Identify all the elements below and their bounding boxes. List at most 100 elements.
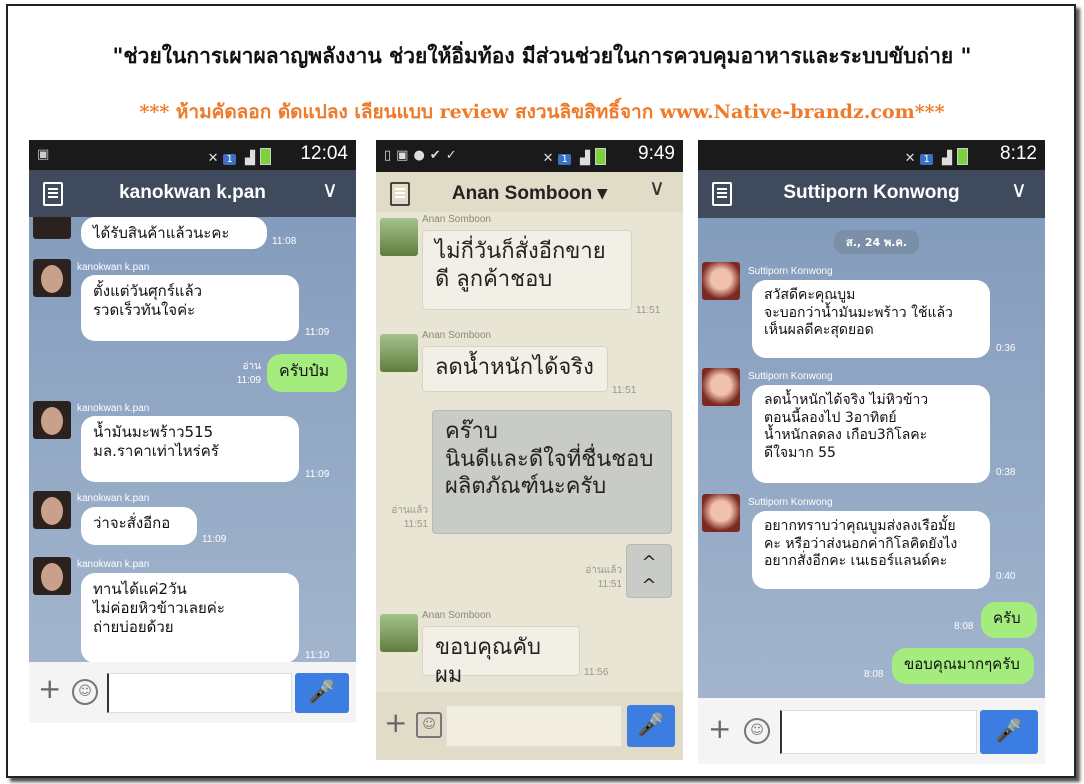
message-time: 0:40: [996, 571, 1016, 582]
message-bubble: สวัสดีคะคุณบูม จะบอกว่าน้ำมันมะพร้าว ใช้…: [752, 280, 990, 358]
chat-header: Anan Somboon ▾ ∨: [376, 172, 683, 212]
message-input[interactable]: [107, 673, 292, 713]
message-bubble: อยากทราบว่าคุณบูมส่งลงเรือมั้ย คะ หรือว่…: [752, 511, 990, 589]
sender-name: kanokwan k.pan: [77, 493, 150, 504]
avatar: [380, 614, 418, 652]
copyright-notice: *** ห้ามคัดลอก ดัดแปลง เลียนแบบ review ส…: [139, 101, 945, 123]
message-bubble: ลดน้ำหนักได้จริง: [422, 346, 608, 392]
avatar: [33, 401, 71, 439]
message-bubble-sent: ขอบคุณมากๆครับ: [892, 648, 1034, 684]
clock: 8:12: [1000, 143, 1037, 164]
message-bubble-sent: คร๊าบ นินดีและดีใจที่ชื่นชอบ ผลิตภัณฑ์นะ…: [432, 410, 672, 534]
message-read-time: อ่าน 11:09: [229, 360, 261, 387]
status-icons: ✕ 1 ▟: [208, 148, 276, 166]
plus-icon[interactable]: +: [38, 672, 61, 705]
message-input-bar: + ☺ 🎤: [29, 662, 356, 723]
avatar: [33, 217, 71, 239]
microphone-button[interactable]: 🎤: [627, 705, 675, 747]
status-bar: ▯ ▣ ● ✔ ✓ ✕ 1 ▟ 9:49: [376, 140, 683, 172]
read-receipt: อ่านแล้ว: [391, 505, 428, 516]
microphone-button[interactable]: 🎤: [295, 673, 349, 713]
message-bubble: ลดน้ำหนักได้จริง ไม่หิวข้าว ตอนนี้ลองไป …: [752, 385, 990, 483]
contact-name: kanokwan k.pan: [119, 182, 266, 203]
chat-header: Suttiporn Konwong ∨: [698, 170, 1045, 218]
status-icons: ✕ 1 ▟: [543, 148, 611, 166]
message-input-bar: + ☺ 🎤: [376, 692, 683, 760]
read-receipt: อ่านแล้ว: [585, 565, 622, 576]
mute-icon: ✕: [207, 151, 219, 166]
message-time: 11:51: [403, 518, 428, 530]
sender-name: Suttiporn Konwong: [748, 371, 833, 382]
message-time: 11:56: [584, 667, 609, 678]
status-bar: ✕ 1 ▟ 8:12: [698, 140, 1045, 170]
message-time: 11:09: [202, 534, 227, 545]
sim-icon: 1: [920, 154, 933, 165]
sender-name: Suttiporn Konwong: [748, 266, 833, 277]
phone-screenshot-3: ✕ 1 ▟ 8:12 Suttiporn Konwong ∨ ส., 24 พ.ค…: [698, 140, 1045, 764]
avatar: [33, 557, 71, 595]
microphone-button[interactable]: 🎤: [980, 710, 1038, 754]
phone-screenshot-1: ▣ ✕ 1 ▟ 12:04 kanokwan k.pan ∨ ได้รับสินค…: [29, 140, 356, 723]
sim-icon: 1: [558, 154, 571, 165]
message-input[interactable]: [780, 710, 977, 754]
message-input[interactable]: [446, 705, 622, 747]
message-bubble: ว่าจะสั่งอีกอ: [81, 507, 197, 545]
battery-icon: [957, 148, 968, 165]
message-time: 11:09: [236, 374, 261, 386]
sender-name: kanokwan k.pan: [77, 403, 150, 414]
avatar: [380, 218, 418, 256]
message-read-time: อ่านแล้ว 11:51: [390, 504, 428, 531]
message-time: 11:09: [305, 469, 330, 480]
mute-icon: ✕: [904, 151, 916, 166]
signal-icon: ▟: [580, 151, 590, 166]
avatar: [702, 368, 740, 406]
chevron-down-icon[interactable]: ∨: [1011, 178, 1027, 203]
chat-area[interactable]: Anan Somboon ไม่กี่วันก็สั่งอีกขาย ดี ลู…: [376, 212, 683, 692]
sender-name: Anan Somboon: [422, 330, 491, 341]
sender-name: kanokwan k.pan: [77, 262, 150, 273]
emoji-icon[interactable]: ☺: [72, 679, 98, 705]
phone-screenshot-2: ▯ ▣ ● ✔ ✓ ✕ 1 ▟ 9:49 Anan Somboon ▾ ∨ Anan So…: [376, 140, 683, 760]
date-separator: ส., 24 พ.ค.: [834, 230, 920, 254]
message-bubble: ไม่กี่วันก็สั่งอีกขาย ดี ลูกค้าชอบ: [422, 230, 632, 310]
status-icons: ✕ 1 ▟: [905, 148, 973, 166]
sender-name: Suttiporn Konwong: [748, 497, 833, 508]
plus-icon[interactable]: +: [708, 712, 731, 745]
message-time: 11:10: [305, 650, 330, 661]
message-time: 8:08: [954, 621, 974, 632]
signal-icon: ▟: [245, 151, 255, 166]
signal-icon: ▟: [942, 151, 952, 166]
avatar: [380, 334, 418, 372]
sticker-icon[interactable]: ☺: [416, 712, 442, 738]
message-bubble-sent: ครับ: [981, 602, 1037, 638]
emoji-icon[interactable]: ☺: [744, 718, 770, 744]
mute-icon: ✕: [542, 151, 554, 166]
sender-name: Anan Somboon: [422, 214, 491, 225]
chat-area[interactable]: ส., 24 พ.ค. Suttiporn Konwong สวัสดีคะคุ…: [698, 218, 1045, 688]
avatar: [33, 259, 71, 297]
battery-icon: [260, 148, 271, 165]
message-read-time: อ่านแล้ว 11:51: [584, 564, 622, 591]
message-bubble: ตั้งแต่วันศุกร์แล้ว รวดเร็วทันใจค่ะ: [81, 275, 299, 341]
battery-icon: [595, 148, 606, 165]
sender-name: kanokwan k.pan: [77, 559, 150, 570]
status-bar: ▣ ✕ 1 ▟ 12:04: [29, 140, 356, 170]
chat-area[interactable]: ได้รับสินค้าแล้วนะคะ 11:08 kanokwan k.pa…: [29, 217, 356, 662]
message-bubble: ขอบคุณคับผม: [422, 626, 580, 688]
chevron-down-icon[interactable]: ∨: [649, 176, 665, 201]
avatar: [33, 491, 71, 529]
sim-icon: 1: [223, 154, 236, 165]
avatar: [702, 494, 740, 532]
message-time: 11:09: [305, 327, 330, 338]
message-bubble: น้ำมันมะพร้าว515 มล.ราคาเท่าไหร่ครั: [81, 416, 299, 482]
notification-icons: ▯ ▣ ● ✔ ✓: [384, 148, 457, 163]
clock: 9:49: [638, 143, 675, 164]
read-receipt: อ่าน: [242, 361, 261, 372]
message-time: 11:51: [612, 385, 637, 396]
message-time: 11:51: [597, 578, 622, 590]
message-time: 8:08: [864, 669, 884, 680]
message-time: 11:08: [272, 236, 297, 247]
headline: "ช่วยในการเผาผลาญพลังงาน ช่วยให้อิ่มท้อง…: [112, 43, 972, 68]
plus-icon[interactable]: +: [384, 706, 407, 739]
chevron-down-icon[interactable]: ∨: [322, 178, 338, 203]
